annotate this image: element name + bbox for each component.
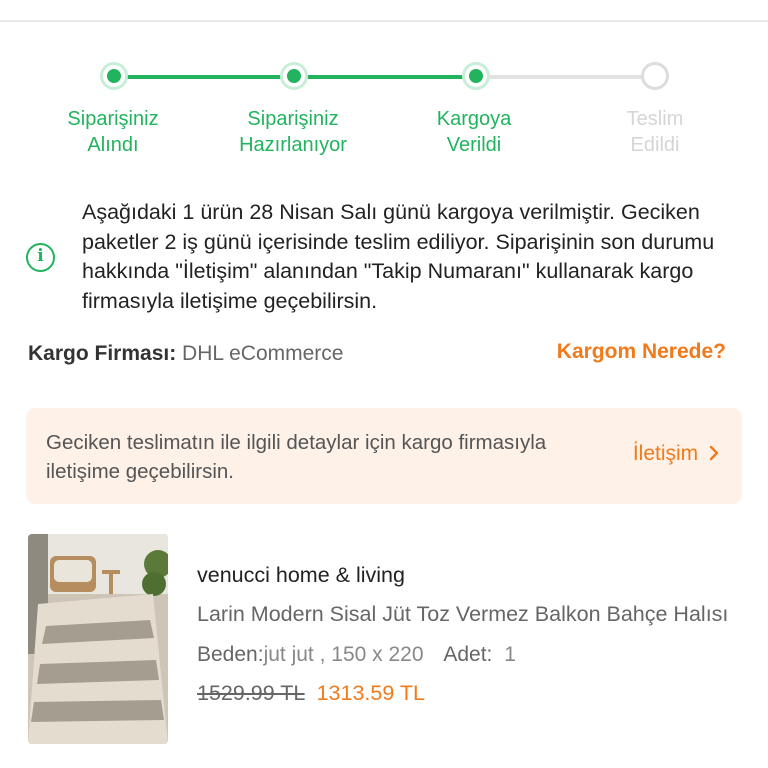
product-name[interactable]: Larin Modern Sisal Jüt Toz Vermez Balkon… <box>197 602 737 627</box>
delay-notice: Geciken teslimatın ile ilgili detaylar i… <box>26 408 742 504</box>
step-label-received: Siparişiniz Alındı <box>67 108 159 156</box>
where-is-my-cargo-link[interactable]: Kargom Nerede? <box>557 340 726 364</box>
contact-link-label: İletişim <box>632 442 699 465</box>
product-variant: Beden:jut jut , 150 x 220 Adet: 1 <box>197 643 516 667</box>
product-brand[interactable]: venucci home & living <box>197 563 405 588</box>
progress-line-1 <box>114 75 294 79</box>
step-node-delivered <box>641 62 669 90</box>
cargo-company: Kargo Firması: DHL eCommerce <box>28 342 343 366</box>
old-price: 1529.99 TL <box>197 681 305 705</box>
quantity-label: Adet: <box>443 643 493 666</box>
step-node-preparing <box>280 62 308 90</box>
cargo-company-label: Kargo Firması: <box>28 342 177 365</box>
quantity-value: 1 <box>504 643 516 666</box>
order-progress-stepper: Siparişiniz Alındı Siparişiniz Hazırlanıyo… <box>0 0 768 170</box>
chevron-right-icon <box>709 445 719 461</box>
shipment-info-text: Aşağıdaki 1 ürün 28 Nisan Salı günü karg… <box>82 200 715 313</box>
variant-label: Beden: <box>197 643 264 666</box>
product-photo-illustration <box>28 534 168 744</box>
step-node-shipped <box>462 62 490 90</box>
product-image[interactable] <box>28 534 168 744</box>
variant-value: jut jut , 150 x 220 <box>263 643 424 666</box>
delay-notice-text: Geciken teslimatın ile ilgili detaylar i… <box>46 431 547 483</box>
step-label-shipped: Kargoya Verildi <box>436 108 512 156</box>
contact-link[interactable]: İletişim <box>633 442 720 466</box>
info-icon: i <box>26 243 55 272</box>
step-node-received <box>100 62 128 90</box>
new-price: 1313.59 TL <box>316 681 425 705</box>
product-prices: 1529.99 TL 1313.59 TL <box>197 681 425 706</box>
cargo-company-value: DHL eCommerce <box>182 342 344 365</box>
progress-line-2 <box>294 75 476 79</box>
step-label-delivered: Teslim Edildi <box>626 108 684 156</box>
step-label-preparing: Siparişiniz Hazırlanıyor <box>239 108 347 156</box>
progress-line-3 <box>476 75 656 79</box>
